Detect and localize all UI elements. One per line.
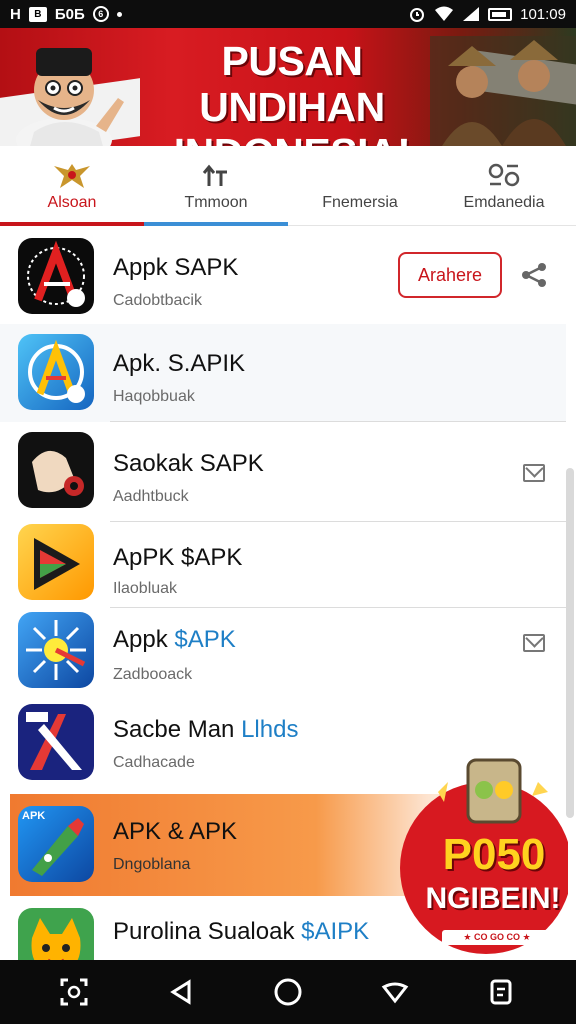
app-subtitle: Cadobtbacik (113, 292, 202, 309)
alarm-icon (410, 8, 425, 22)
app-subtitle: Ilaobluak (113, 580, 178, 597)
app-name: APK & APK (113, 818, 238, 845)
promo-banner[interactable]: PUSAN UNDIHAN INDONESIA! (0, 28, 576, 146)
promo-line-2: NGIBEIN! (425, 882, 561, 915)
glyph-icon (487, 160, 521, 190)
status-bar: H B Б0Б 6 101:09 (0, 0, 576, 28)
list-item[interactable]: Appk $APK Zadbooack (0, 608, 566, 698)
garuda-emblem-icon (52, 160, 92, 190)
app-name-prefix: Appk (113, 626, 175, 653)
play-triangle-icon (18, 524, 94, 600)
tab-label-tmmoon: Tmmoon (184, 193, 248, 211)
tab-emdanedia[interactable]: Emdanedia (432, 146, 576, 225)
list-item[interactable]: Appk SAPK Cadobtbacik Arahere (0, 228, 566, 324)
banner-title: PUSAN UNDIHAN INDONESIA! (174, 38, 411, 146)
tab-label-emdanedia: Emdanedia (463, 193, 545, 211)
list-item[interactable]: Apk. S.APIK Haqobbuak (0, 324, 566, 422)
wifi-icon (435, 6, 454, 21)
status-time: 101:09 (520, 5, 566, 23)
recents-icon (490, 979, 512, 1005)
promo-line-1: P050 (442, 830, 546, 879)
chevron-down-icon (381, 982, 409, 1004)
status-left: H B Б0Б 6 (10, 6, 122, 23)
app-name-accent: $APK (174, 626, 236, 653)
tab-label-alsoan: Alsoan (47, 193, 97, 211)
status-right: 101:09 (408, 5, 566, 23)
back-icon (169, 979, 191, 1005)
app-name-prefix: Sacbe Man (113, 716, 242, 743)
recents-button[interactable] (482, 972, 522, 1012)
app-subtitle: Zadbooack (113, 666, 193, 683)
home-icon (274, 978, 302, 1006)
cat-face-icon (18, 908, 94, 960)
icon-apk-label: APK (22, 810, 46, 822)
status-label-1: H (10, 5, 21, 23)
share-icon[interactable] (520, 262, 548, 288)
people-illustration-icon (430, 36, 576, 146)
category-tabs: Alsoan Tmmoon Fnemersia Emdanedia (0, 146, 576, 226)
tab-alsoan[interactable]: Alsoan (0, 146, 144, 226)
arrows-up-icon (201, 160, 231, 190)
app-name: Appk SAPK (113, 254, 239, 281)
app-name: Saokak SAPK (113, 450, 264, 477)
signal-icon (463, 7, 480, 21)
app-subtitle: Haqobbuak (113, 388, 195, 405)
red-x-logo-icon (18, 704, 94, 780)
red-a-logo-icon (18, 238, 94, 314)
tab-fnemersia[interactable]: Fnemersia (288, 146, 432, 225)
list-item[interactable]: Saokak SAPK Aadhtbuck (0, 422, 566, 522)
promo-line-3: ★ CO GO CO ★ (442, 930, 552, 945)
app-name-accent: $AIPK (301, 918, 370, 945)
rocket-apk-icon: APK (18, 806, 94, 882)
app-name: ApPK $APK (113, 544, 243, 571)
screenshot-button[interactable] (54, 972, 94, 1012)
app-subtitle: Aadhtbuck (113, 488, 189, 505)
status-label-3: Б0Б (54, 5, 85, 23)
back-button[interactable] (161, 972, 201, 1012)
tab-tmmoon[interactable]: Tmmoon (144, 146, 288, 226)
mascot-character-icon (16, 48, 124, 146)
status-label-4: 6 (92, 6, 109, 22)
mail-icon[interactable] (523, 464, 545, 482)
app-name: Appk $APK (113, 626, 236, 654)
status-label-2: B (28, 6, 47, 22)
app-name: Sacbe Man Llhds (113, 716, 298, 744)
hand-logo-icon (18, 432, 94, 508)
tab-label-fnemersia: Fnemersia (322, 193, 398, 211)
app-action-button[interactable]: Arahere (398, 252, 502, 298)
promo-badge[interactable]: P050 NGIBEIN! ★ CO GO CO ★ (398, 752, 568, 962)
app-subtitle: Dngoblana (113, 856, 191, 873)
system-nav-bar (0, 960, 576, 1024)
app-name-accent: Llhds (241, 716, 299, 743)
battery-icon (488, 7, 513, 21)
app-name-prefix: Purolina Sualoak (113, 918, 302, 945)
mail-icon[interactable] (523, 634, 545, 652)
notification-dot-icon (116, 11, 122, 17)
sun-burst-icon (18, 612, 94, 688)
app-subtitle: Cadhacade (113, 754, 195, 771)
blue-a-logo-icon (18, 334, 94, 410)
notification-button[interactable] (375, 972, 415, 1012)
app-name: Apk. S.APIK (113, 350, 246, 377)
screenshot-icon (60, 978, 88, 1006)
list-item[interactable]: ApPK $APK Ilaobluak (0, 522, 566, 608)
app-name: Purolina Sualoak $AIPK (113, 918, 369, 946)
home-button[interactable] (268, 972, 308, 1012)
